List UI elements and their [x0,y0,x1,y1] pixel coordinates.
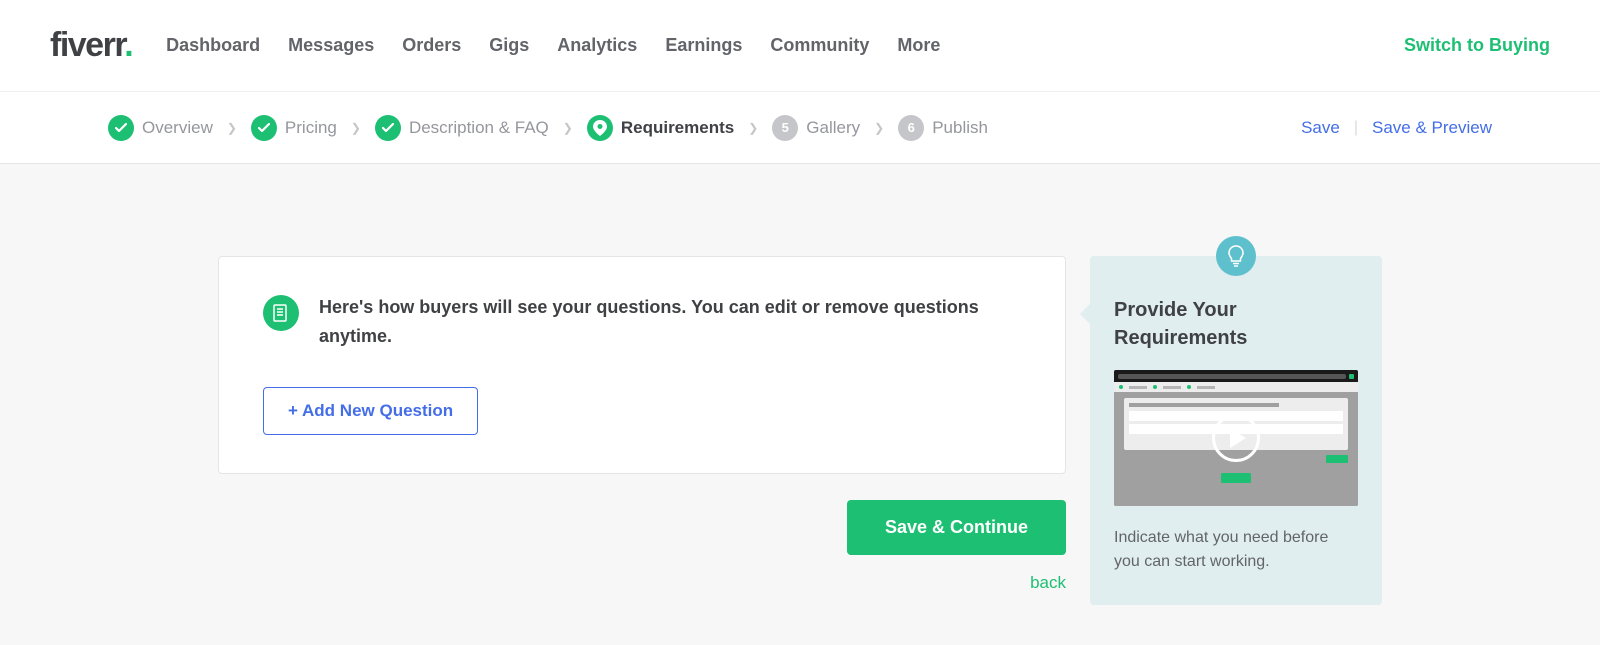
logo[interactable]: fiverr. [50,26,132,65]
card-head: Here's how buyers will see your question… [263,293,1021,351]
step-label: Overview [142,118,213,138]
stepper-bar: Overview ❯ Pricing ❯ Description & FAQ ❯… [0,92,1600,164]
save-preview-link[interactable]: Save & Preview [1372,118,1492,138]
header: fiverr. Dashboard Messages Orders Gigs A… [0,0,1600,92]
actions-row: Save & Continue back [218,500,1066,593]
nav-messages[interactable]: Messages [288,35,374,56]
check-icon [375,115,401,141]
save-link[interactable]: Save [1301,118,1340,138]
tip-title: Provide Your Requirements [1114,296,1358,352]
container: Here's how buyers will see your question… [218,256,1382,605]
step-number: 6 [898,115,924,141]
requirements-card: Here's how buyers will see your question… [218,256,1066,474]
step-number: 5 [772,115,798,141]
tip-panel: Provide Your Requirements Indica [1090,256,1382,605]
step-overview[interactable]: Overview [108,115,213,141]
nav-gigs[interactable]: Gigs [489,35,529,56]
chevron-right-icon: ❯ [351,121,361,135]
step-label: Pricing [285,118,337,138]
back-link[interactable]: back [1030,573,1066,593]
main-column: Here's how buyers will see your question… [218,256,1066,605]
chevron-right-icon: ❯ [563,121,573,135]
step-gallery[interactable]: 5 Gallery [772,115,860,141]
check-icon [108,115,134,141]
document-icon [263,295,299,331]
step-pricing[interactable]: Pricing [251,115,337,141]
nav-earnings[interactable]: Earnings [665,35,742,56]
lightbulb-icon [1216,236,1256,276]
page-body: Here's how buyers will see your question… [0,164,1600,645]
play-icon[interactable] [1212,414,1260,462]
step-label: Gallery [806,118,860,138]
save-continue-button[interactable]: Save & Continue [847,500,1066,555]
tip-video-thumbnail[interactable] [1114,370,1358,506]
location-icon [587,115,613,141]
step-description[interactable]: Description & FAQ [375,115,549,141]
step-label: Requirements [621,118,734,138]
step-publish[interactable]: 6 Publish [898,115,988,141]
logo-dot: . [124,26,132,64]
tip-description: Indicate what you need before you can st… [1114,526,1358,574]
nav-community[interactable]: Community [770,35,869,56]
stepper-actions: Save | Save & Preview [1301,118,1492,138]
divider: | [1354,119,1358,137]
nav-analytics[interactable]: Analytics [557,35,637,56]
chevron-right-icon: ❯ [748,121,758,135]
steps: Overview ❯ Pricing ❯ Description & FAQ ❯… [108,115,1301,141]
card-description: Here's how buyers will see your question… [319,293,1021,351]
step-label: Description & FAQ [409,118,549,138]
main-nav: Dashboard Messages Orders Gigs Analytics… [166,35,1404,56]
nav-orders[interactable]: Orders [402,35,461,56]
check-icon [251,115,277,141]
step-label: Publish [932,118,988,138]
logo-text: fiverr [50,26,124,64]
chevron-right-icon: ❯ [227,121,237,135]
nav-more[interactable]: More [897,35,940,56]
nav-dashboard[interactable]: Dashboard [166,35,260,56]
switch-to-buying-link[interactable]: Switch to Buying [1404,35,1550,56]
step-requirements[interactable]: Requirements [587,115,734,141]
add-new-question-button[interactable]: + Add New Question [263,387,478,435]
chevron-right-icon: ❯ [874,121,884,135]
